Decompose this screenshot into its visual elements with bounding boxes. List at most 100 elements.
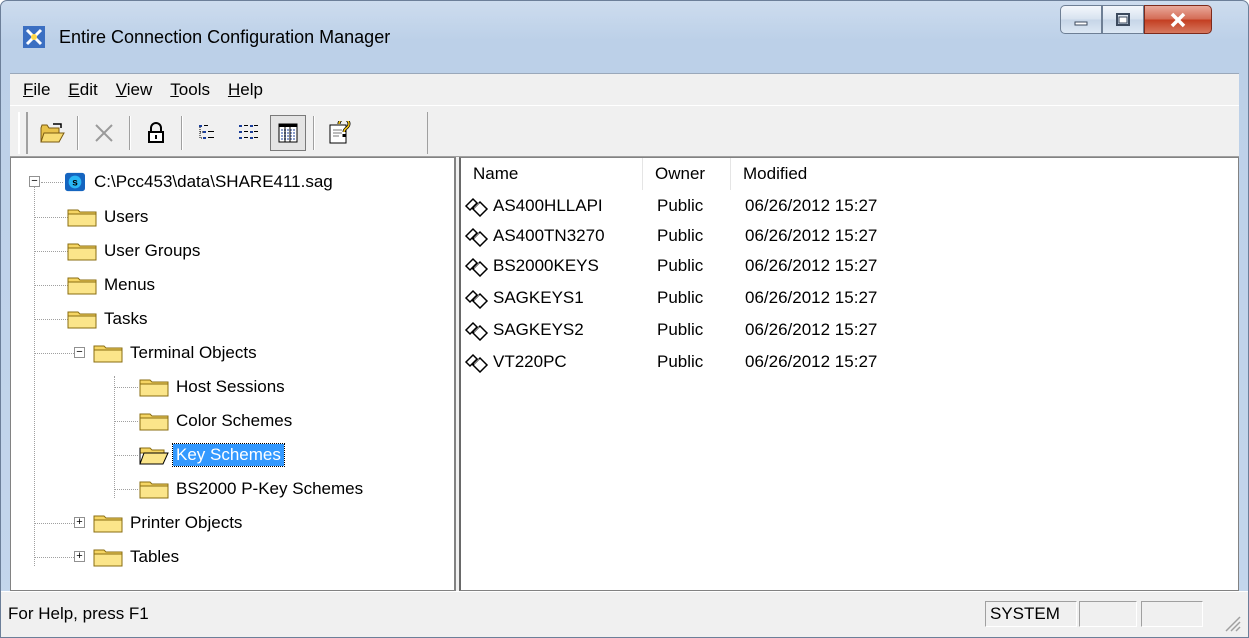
status-panel-2 (1079, 601, 1137, 627)
resize-grip-icon[interactable] (1222, 613, 1242, 633)
large-icons-icon (199, 125, 214, 139)
menu-file-label: ile (33, 79, 51, 99)
tree-label-printer-objects: Printer Objects (130, 513, 243, 532)
status-bar: For Help, press F1 SYSTEM (1, 591, 1248, 637)
key-scheme-icon (464, 289, 489, 309)
tree-connector (34, 557, 74, 558)
row-modified: 06/26/2012 15:27 (745, 352, 878, 371)
open-button[interactable] (34, 115, 70, 151)
list-row[interactable]: AS400TN3270 Public 06/26/2012 15:27 (461, 221, 877, 251)
tree-item-terminal-objects[interactable]: Terminal Objects (93, 339, 260, 367)
delete-button[interactable] (86, 115, 122, 151)
tree-root[interactable]: s C:\Pcc453\data\SHARE411.sag (63, 168, 336, 196)
folder-icon (67, 209, 97, 227)
tree-connector (114, 421, 138, 422)
tree-label-users: Users (104, 207, 149, 226)
list-row[interactable]: BS2000KEYS Public 06/26/2012 15:27 (461, 251, 877, 281)
row-owner: Public (657, 256, 704, 275)
tree-item-key-schemes[interactable]: Key Schemes (139, 441, 285, 469)
column-owner-label: Owner (655, 164, 706, 183)
tree-label-tables: Tables (130, 547, 180, 566)
details-view-button[interactable] (270, 115, 306, 151)
menu-help[interactable]: Help (219, 80, 272, 100)
tree-item-color-schemes[interactable]: Color Schemes (139, 407, 295, 435)
toolbar-grip[interactable] (18, 112, 28, 154)
tree-label-user-groups: User Groups (104, 241, 201, 260)
tree-pane[interactable]: − s C:\Pcc453\data\SHARE411.sag Users Us… (10, 157, 456, 591)
row-owner: Public (657, 288, 704, 307)
list-view-button[interactable] (230, 115, 266, 151)
tree-item-bs2000-pkey-schemes[interactable]: BS2000 P-Key Schemes (139, 475, 366, 503)
menu-edit[interactable]: Edit (59, 80, 106, 100)
column-header-name[interactable]: Name (461, 158, 643, 190)
menu-tools-accel: T (170, 79, 179, 99)
tree-connector (34, 523, 74, 524)
toolbar-separator (181, 116, 183, 150)
row-owner: Public (657, 226, 704, 245)
tree-item-printer-objects[interactable]: Printer Objects (93, 509, 245, 537)
list-row[interactable]: SAGKEYS2 Public 06/26/2012 15:27 (461, 315, 877, 345)
maximize-button[interactable] (1102, 5, 1144, 34)
list-row[interactable]: AS400HLLAPI Public 06/26/2012 15:27 (461, 191, 877, 221)
column-name-label: Name (473, 164, 519, 183)
menu-tools[interactable]: Tools (161, 80, 219, 100)
list-row[interactable]: VT220PC Public 06/26/2012 15:27 (461, 347, 877, 377)
status-user-panel: SYSTEM (985, 601, 1077, 627)
row-owner: Public (657, 352, 704, 371)
folder-icon (139, 413, 169, 431)
large-icons-button[interactable] (190, 115, 226, 151)
expander-printer-objects[interactable]: + (74, 517, 85, 528)
folder-icon (67, 277, 97, 295)
tree-label-tasks: Tasks (104, 309, 148, 328)
help-button[interactable] (322, 115, 358, 151)
list-pane[interactable]: Name Owner Modified AS400HLLAPI Public 0… (459, 157, 1239, 591)
expander-root[interactable]: − (29, 176, 40, 187)
column-header-modified[interactable]: Modified (731, 158, 1237, 190)
tree-item-users[interactable]: Users (67, 203, 151, 231)
key-scheme-icon (464, 257, 489, 277)
tree-item-menus[interactable]: Menus (67, 271, 158, 299)
menu-view[interactable]: View (107, 80, 162, 100)
svg-text:s: s (72, 178, 78, 189)
key-scheme-icon (464, 353, 489, 373)
tree-connector (114, 376, 115, 498)
toolbar-separator (313, 116, 315, 150)
expander-terminal-objects[interactable]: − (74, 347, 85, 358)
row-owner: Public (657, 196, 704, 215)
column-header-owner[interactable]: Owner (643, 158, 731, 190)
menu-file-accel: F (23, 79, 34, 99)
folder-icon (93, 515, 123, 533)
key-scheme-icon (464, 321, 489, 341)
minimize-icon (1074, 21, 1088, 25)
minimize-button[interactable] (1060, 5, 1102, 34)
lock-button[interactable] (138, 115, 174, 151)
list-row[interactable]: SAGKEYS1 Public 06/26/2012 15:27 (461, 283, 877, 313)
menu-view-label: iew (126, 79, 153, 99)
tree-connector (114, 455, 138, 456)
tree-item-tables[interactable]: Tables (93, 543, 182, 571)
menu-file[interactable]: File (14, 80, 59, 100)
maximize-icon (1116, 12, 1130, 26)
tree-label-key-schemes: Key Schemes (172, 443, 285, 467)
expander-tables[interactable]: + (74, 551, 85, 562)
row-name: SAGKEYS2 (493, 320, 584, 339)
key-scheme-icon (464, 227, 489, 247)
close-button[interactable] (1144, 5, 1212, 34)
details-view-icon (278, 123, 298, 143)
app-tools-icon (23, 26, 45, 48)
folder-icon (139, 481, 169, 499)
toolbar-buttons (32, 112, 428, 154)
key-scheme-icon (464, 197, 489, 217)
title-bar[interactable]: Entire Connection Configuration Manager (1, 1, 1248, 73)
tree-label-host-sessions: Host Sessions (176, 377, 285, 396)
status-panel-3 (1141, 601, 1203, 627)
menu-edit-accel: E (68, 79, 80, 99)
menu-help-label: elp (240, 79, 263, 99)
tree-label-color-schemes: Color Schemes (176, 411, 293, 430)
tree-item-host-sessions[interactable]: Host Sessions (139, 373, 288, 401)
open-folder-icon (139, 447, 169, 465)
tree-item-tasks[interactable]: Tasks (67, 305, 150, 333)
folder-icon (139, 379, 169, 397)
column-modified-label: Modified (743, 164, 808, 183)
tree-item-user-groups[interactable]: User Groups (67, 237, 203, 265)
